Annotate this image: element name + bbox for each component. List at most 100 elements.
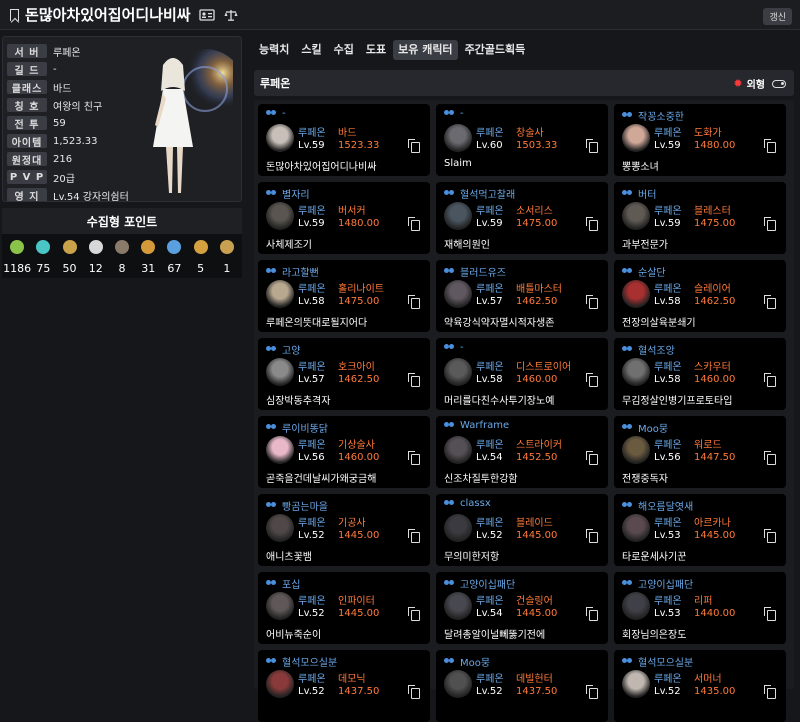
copy-icon[interactable] bbox=[764, 451, 776, 465]
guild-name: 별자리 bbox=[282, 190, 310, 201]
item-level: 1440.00 bbox=[694, 608, 736, 619]
character-card[interactable]: 빵곰는마을 루페온 기공사 Lv.52 1445.00 애니츠꽃뱀 bbox=[258, 494, 430, 566]
copy-icon[interactable] bbox=[408, 139, 420, 153]
character-card[interactable]: 블러드유즈 루페온 배틀마스터 Lv.57 1462.50 약육강식약자멸시적자생존 bbox=[436, 260, 608, 332]
guild-members-icon bbox=[444, 343, 456, 352]
character-level: Lv.54 bbox=[476, 452, 503, 463]
bookmark-icon[interactable] bbox=[10, 8, 19, 21]
character-card[interactable]: 혈석모으실분 루페온 서머너 Lv.52 1435.00 bbox=[614, 650, 786, 722]
guild-label: 혈석모으실분 bbox=[266, 654, 337, 669]
tab-1[interactable]: 스킬 bbox=[296, 40, 326, 60]
id-card-icon[interactable] bbox=[198, 8, 215, 21]
copy-icon[interactable] bbox=[408, 217, 420, 231]
class-name: 홀리나이트 bbox=[338, 284, 384, 295]
copy-icon[interactable] bbox=[408, 607, 420, 621]
copy-icon[interactable] bbox=[764, 607, 776, 621]
character-card[interactable]: 버터 루페온 블레스터 Lv.59 1475.00 과부전문가 bbox=[614, 182, 786, 254]
character-level: Lv.56 bbox=[298, 452, 325, 463]
guild-label: 혈석먹고찰래 bbox=[444, 186, 515, 201]
copy-icon[interactable] bbox=[408, 451, 420, 465]
guild-name: 혈석먹고찰래 bbox=[460, 190, 516, 201]
character-level: Lv.58 bbox=[654, 374, 681, 385]
copy-icon[interactable] bbox=[408, 529, 420, 543]
tab-3[interactable]: 도표 bbox=[361, 40, 391, 60]
collection-item[interactable]: 67 bbox=[161, 240, 187, 275]
copy-icon[interactable] bbox=[764, 685, 776, 699]
copy-icon[interactable] bbox=[586, 217, 598, 231]
guild-members-icon bbox=[266, 345, 278, 354]
copy-icon[interactable] bbox=[764, 139, 776, 153]
copy-icon[interactable] bbox=[586, 451, 598, 465]
guild-name: 고양이십패단 bbox=[638, 580, 694, 591]
scale-icon[interactable] bbox=[223, 9, 239, 21]
character-name: 사체제조기 bbox=[266, 240, 312, 251]
character-card[interactable]: 라고할뻔 루페온 홀리나이트 Lv.58 1475.00 루페온의뜻대로될지어다 bbox=[258, 260, 430, 332]
appearance-toggle[interactable]: ✹ 외형 bbox=[733, 76, 786, 91]
copy-icon[interactable] bbox=[408, 685, 420, 699]
character-card[interactable]: Warframe 루페온 스트라이커 Lv.54 1452.50 신조차질투한강함 bbox=[436, 416, 608, 488]
character-name: 루페온의뜻대로될지어다 bbox=[266, 318, 368, 329]
guild-label: 버터 bbox=[622, 186, 656, 201]
tab-0[interactable]: 능력치 bbox=[254, 40, 294, 60]
toggle-switch-icon[interactable] bbox=[772, 79, 786, 88]
collection-item[interactable]: 8 bbox=[109, 240, 135, 275]
copy-icon[interactable] bbox=[586, 295, 598, 309]
character-card[interactable]: 별자리 루페온 버서커 Lv.59 1480.00 사체제조기 bbox=[258, 182, 430, 254]
collection-item[interactable]: 31 bbox=[135, 240, 161, 275]
character-card[interactable]: 혈석조앙 루페온 스카우터 Lv.58 1460.00 무김정살인병기프로토타입 bbox=[614, 338, 786, 410]
character-avatar bbox=[266, 280, 294, 308]
class-name: 바드 bbox=[338, 128, 357, 139]
character-card[interactable]: 루이비똥닭 루페온 기상술사 Lv.56 1460.00 곧죽을건데날씨가왜궁금해 bbox=[258, 416, 430, 488]
character-card[interactable]: 고양 루페온 호크아이 Lv.57 1462.50 심장박동추격자 bbox=[258, 338, 430, 410]
copy-icon[interactable] bbox=[408, 373, 420, 387]
character-card[interactable]: 혈석먹고찰래 루페온 소서리스 Lv.59 1475.00 재해의원인 bbox=[436, 182, 608, 254]
copy-icon[interactable] bbox=[586, 529, 598, 543]
character-card[interactable]: classx 루페온 블레이드 Lv.52 1445.00 무의미한저항 bbox=[436, 494, 608, 566]
character-level: Lv.52 bbox=[476, 530, 503, 541]
collection-item[interactable]: 50 bbox=[57, 240, 83, 275]
server-name: 루페온 bbox=[260, 77, 291, 90]
collection-item[interactable]: 75 bbox=[30, 240, 56, 275]
character-card[interactable]: Moo뭉 루페온 워로드 Lv.56 1447.50 전쟁중독자 bbox=[614, 416, 786, 488]
copy-icon[interactable] bbox=[764, 373, 776, 387]
copy-icon[interactable] bbox=[764, 217, 776, 231]
tab-2[interactable]: 수집 bbox=[329, 40, 359, 60]
collection-item[interactable]: 5 bbox=[188, 240, 214, 275]
guild-label: 작꽁소중한 bbox=[622, 108, 684, 123]
tab-4[interactable]: 보유 캐릭터 bbox=[393, 40, 458, 60]
guild-name: 라고할뻔 bbox=[282, 268, 319, 279]
character-card[interactable]: 혈석모으실분 루페온 데모닉 Lv.52 1437.50 bbox=[258, 650, 430, 722]
copy-icon[interactable] bbox=[764, 529, 776, 543]
copy-icon[interactable] bbox=[586, 373, 598, 387]
character-card[interactable]: 작꽁소중한 루페온 도화가 Lv.59 1480.00 뽕뽕소녀 bbox=[614, 104, 786, 176]
profile-value: 바드 bbox=[53, 83, 72, 95]
character-level: Lv.57 bbox=[476, 296, 503, 307]
collection-item[interactable]: 12 bbox=[83, 240, 109, 275]
guild-members-icon bbox=[444, 267, 456, 276]
copy-icon[interactable] bbox=[408, 295, 420, 309]
copy-icon[interactable] bbox=[586, 139, 598, 153]
character-card[interactable]: - 루페온 디스트로이어 Lv.58 1460.00 머리를다친수사투기장노예 bbox=[436, 338, 608, 410]
character-card[interactable]: Moo뭉 루페온 데빌헌터 Lv.52 1437.50 bbox=[436, 650, 608, 722]
guild-label: 고양이십패단 bbox=[444, 576, 515, 591]
copy-icon[interactable] bbox=[586, 685, 598, 699]
tab-5[interactable]: 주간골드획득 bbox=[460, 40, 531, 60]
collection-item[interactable]: 1 bbox=[214, 240, 240, 275]
character-card[interactable]: 해오름달엿새 루페온 아르카나 Lv.53 1445.00 타로운세사기꾼 bbox=[614, 494, 786, 566]
painting-icon bbox=[62, 240, 77, 254]
item-level: 1437.50 bbox=[338, 686, 380, 697]
character-name: 곧죽을건데날씨가왜궁금해 bbox=[266, 474, 377, 485]
character-card[interactable]: 포십 루페온 인파이터 Lv.52 1445.00 어비뉴죽순이 bbox=[258, 572, 430, 644]
collection-item[interactable]: 1186 bbox=[3, 240, 31, 275]
copy-icon[interactable] bbox=[586, 607, 598, 621]
copy-icon[interactable] bbox=[764, 295, 776, 309]
character-card[interactable]: - 루페온 창술사 Lv.60 1503.33 Slaim bbox=[436, 104, 608, 176]
character-card[interactable]: - 루페온 바드 Lv.59 1523.33 돈많아차있어집어디나비싸 bbox=[258, 104, 430, 176]
class-name: 호크아이 bbox=[338, 362, 375, 373]
character-card[interactable]: 순살단 루페온 슬레이어 Lv.58 1462.50 전장의살육분쇄기 bbox=[614, 260, 786, 332]
class-name: 서머너 bbox=[694, 674, 722, 685]
world-tree-icon bbox=[193, 240, 208, 254]
character-card[interactable]: 고양이십패단 루페온 리퍼 Lv.53 1440.00 회장님의은장도 bbox=[614, 572, 786, 644]
refresh-button[interactable]: 갱신 bbox=[763, 8, 792, 25]
character-card[interactable]: 고양이십패단 루페온 건슬링어 Lv.54 1445.00 달려총알이널뻬뚫기전에 bbox=[436, 572, 608, 644]
